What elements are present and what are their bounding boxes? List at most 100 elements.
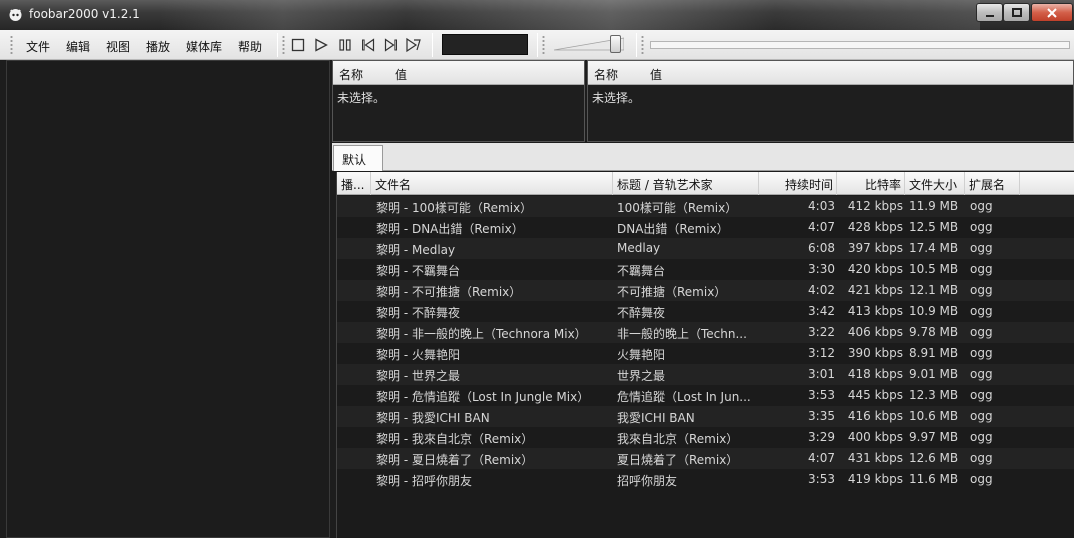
column-header-bitrate[interactable]: 比特率	[837, 172, 905, 195]
filename-cell: 黎明 - DNA出錯（Remix）	[376, 222, 524, 236]
extension-cell: ogg	[970, 199, 993, 213]
window-title: foobar2000 v1.2.1	[29, 7, 140, 21]
playlist-row[interactable]: 黎明 - 世界之最 世界之最 3:01 418 kbps 9.01 MB ogg	[337, 364, 1074, 385]
playlist-row[interactable]: 黎明 - 我來自北京（Remix） 我來自北京（Remix） 3:29 400 kbp…	[337, 427, 1074, 448]
duration-cell: 3:30	[808, 262, 835, 276]
bitrate-cell: 421 kbps	[847, 283, 903, 297]
playlist-row[interactable]: 黎明 - 不羈舞台 不羈舞台 3:30 420 kbps 10.5 MB ogg	[337, 259, 1074, 280]
menu-edit[interactable]: 编辑	[66, 38, 90, 55]
filename-cell: 黎明 - 危情追蹤（Lost In Jungle Mix）	[376, 390, 590, 404]
tab-default-playlist[interactable]: 默认	[333, 145, 383, 171]
no-selection-text: 未选择。	[337, 91, 386, 105]
menu-help[interactable]: 帮助	[238, 38, 262, 55]
maximize-button[interactable]	[1003, 3, 1030, 22]
volume-grip[interactable]	[542, 35, 545, 55]
playlist-row[interactable]: 黎明 - 夏日燒着了（Remix） 夏日燒着了（Remix） 4:07 431 kbp…	[337, 448, 1074, 469]
foobar-app-icon[interactable]	[8, 7, 23, 22]
column-header-name[interactable]: 名称	[594, 66, 618, 83]
stop-button[interactable]	[290, 37, 306, 53]
seek-bar[interactable]	[650, 41, 1070, 49]
playlist-row[interactable]: 黎明 - 危情追蹤（Lost In Jungle Mix） 危情追蹤（Lost I…	[337, 385, 1074, 406]
next-button[interactable]	[383, 37, 399, 53]
title-cell: Medlay	[617, 241, 661, 255]
duration-cell: 4:02	[808, 283, 835, 297]
filename-cell: 黎明 - 非一般的晚上（Technora Mix）	[376, 327, 587, 341]
playlist-row[interactable]: 黎明 - 火舞艳阳 火舞艳阳 3:12 390 kbps 8.91 MB ogg	[337, 343, 1074, 364]
toolbar-separator	[537, 33, 538, 57]
column-header-duration[interactable]: 持续时间	[759, 172, 837, 195]
extension-cell: ogg	[970, 220, 993, 234]
maximize-icon	[1011, 7, 1022, 17]
playlist-row[interactable]: 黎明 - 我愛ICHI BAN 我愛ICHI BAN 3:35 416 kbps 10.…	[337, 406, 1074, 427]
menu-library[interactable]: 媒体库	[186, 38, 222, 55]
properties-panel-right[interactable]: 名称 值 未选择。	[587, 60, 1074, 142]
duration-cell: 3:35	[808, 409, 835, 423]
play-button[interactable]	[313, 37, 329, 53]
left-panel[interactable]	[6, 60, 330, 538]
filesize-cell: 12.5 MB	[909, 220, 959, 234]
bitrate-cell: 431 kbps	[847, 451, 903, 465]
minimize-icon	[985, 14, 994, 17]
filename-cell: 黎明 - 招呼你朋友	[376, 474, 472, 488]
duration-cell: 6:08	[808, 241, 835, 255]
title-cell: 招呼你朋友	[617, 474, 678, 488]
next-icon	[384, 38, 397, 52]
playlist-row[interactable]: 黎明 - 100樣可能（Remix） 100樣可能（Remix） 4:03 412 k…	[337, 196, 1074, 217]
playlist-row[interactable]: 黎明 - Medlay Medlay 6:08 397 kbps 17.4 MB ogg	[337, 238, 1074, 259]
filesize-cell: 9.78 MB	[909, 325, 959, 339]
menu-view[interactable]: 视图	[106, 38, 130, 55]
column-header-filename[interactable]: 文件名	[371, 172, 613, 195]
filename-cell: 黎明 - 我愛ICHI BAN	[376, 411, 490, 425]
previous-button[interactable]	[360, 37, 376, 53]
playlist-header: 播... 文件名 标题 / 音轨艺术家 持续时间 比特率 文件大小 扩展名	[337, 172, 1074, 195]
duration-cell: 3:42	[808, 304, 835, 318]
title-cell: 100樣可能（Remix）	[617, 201, 738, 215]
pause-button[interactable]	[337, 37, 353, 53]
menu-playback[interactable]: 播放	[146, 38, 170, 55]
extension-cell: ogg	[970, 304, 993, 318]
volume-slider-thumb[interactable]	[610, 35, 621, 53]
seekbar-grip[interactable]	[641, 35, 644, 55]
bitrate-cell: 420 kbps	[847, 262, 903, 276]
duration-cell: 3:12	[808, 346, 835, 360]
duration-cell: 4:07	[808, 220, 835, 234]
duration-cell: 3:29	[808, 430, 835, 444]
title-bar-background	[160, 0, 980, 30]
playlist-row[interactable]: 黎明 - 招呼你朋友 招呼你朋友 3:53 419 kbps 11.6 MB ogg	[337, 469, 1074, 490]
previous-icon	[362, 38, 375, 52]
filesize-cell: 9.01 MB	[909, 367, 959, 381]
menu-grip[interactable]	[10, 35, 13, 55]
playlist-row[interactable]: 黎明 - DNA出錯（Remix） DNA出錯（Remix） 4:07 428 kbp…	[337, 217, 1074, 238]
minimize-button[interactable]	[976, 3, 1003, 22]
column-header-filesize[interactable]: 文件大小	[905, 172, 965, 195]
filesize-cell: 17.4 MB	[909, 241, 959, 255]
random-button[interactable]	[405, 37, 421, 53]
column-header-title[interactable]: 标题 / 音轨艺术家	[613, 172, 759, 195]
filename-cell: 黎明 - 火舞艳阳	[376, 348, 460, 362]
playlist-row[interactable]: 黎明 - 不可推搪（Remix） 不可推搪（Remix） 4:02 421 kbps 1…	[337, 280, 1074, 301]
filesize-cell: 11.6 MB	[909, 472, 959, 486]
bitrate-cell: 428 kbps	[847, 220, 903, 234]
title-bar[interactable]: foobar2000 v1.2.1	[0, 0, 1074, 30]
playlist-view[interactable]: 播... 文件名 标题 / 音轨艺术家 持续时间 比特率 文件大小 扩展名 黎明…	[336, 172, 1074, 538]
playlist-row[interactable]: 黎明 - 非一般的晚上（Technora Mix） 非一般的晚上（Techn...…	[337, 322, 1074, 343]
column-header-extension[interactable]: 扩展名	[965, 172, 1020, 195]
extension-cell: ogg	[970, 367, 993, 381]
filesize-cell: 12.1 MB	[909, 283, 959, 297]
menu-file[interactable]: 文件	[26, 38, 50, 55]
title-cell: 世界之最	[617, 369, 666, 383]
filename-cell: 黎明 - 世界之最	[376, 369, 460, 383]
filename-cell: 黎明 - 夏日燒着了（Remix）	[376, 453, 534, 467]
bitrate-cell: 419 kbps	[847, 472, 903, 486]
extension-cell: ogg	[970, 451, 993, 465]
filesize-cell: 11.9 MB	[909, 199, 959, 213]
duration-cell: 4:07	[808, 451, 835, 465]
close-button[interactable]	[1031, 3, 1073, 22]
column-header-value[interactable]: 值	[395, 66, 407, 83]
column-header-value[interactable]: 值	[650, 66, 662, 83]
buttons-grip[interactable]	[282, 35, 285, 55]
playlist-row[interactable]: 黎明 - 不醉舞夜 不醉舞夜 3:42 413 kbps 10.9 MB ogg	[337, 301, 1074, 322]
column-header-name[interactable]: 名称	[339, 66, 363, 83]
column-header-playing[interactable]: 播...	[337, 172, 371, 195]
properties-panel-left[interactable]: 名称 值 未选择。	[332, 60, 585, 142]
